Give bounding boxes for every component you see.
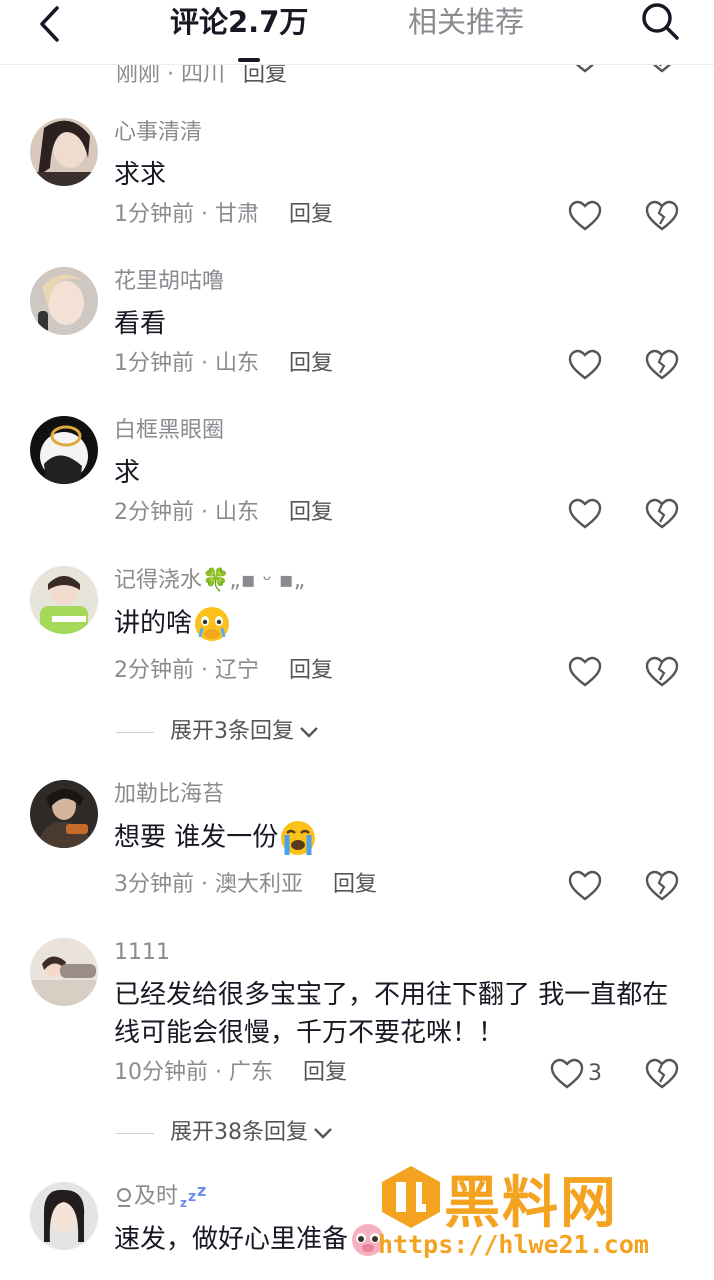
tab-comments[interactable]: 评论2.7万 xyxy=(170,2,308,42)
comment-location: 广东 xyxy=(228,1060,273,1085)
comment-meta: 2分钟前 · 山东 回复 xyxy=(114,500,334,525)
comment-author[interactable]: 花里胡咕噜 xyxy=(114,267,224,297)
comment-location: 澳大利亚 xyxy=(214,872,303,897)
comment-time-location: 刚刚 · 四川 xyxy=(116,62,225,87)
comment-time: 3分钟前 xyxy=(114,872,194,897)
comment-author-name: 及时 xyxy=(134,1184,179,1209)
comment-time: 2分钟前 xyxy=(114,658,194,683)
reply-button[interactable]: 回复 xyxy=(289,658,333,683)
comment-time: 10分钟前 xyxy=(114,1060,208,1085)
avatar[interactable] xyxy=(30,938,98,1006)
tab-related[interactable]: 相关推荐 xyxy=(408,2,524,42)
reply-button[interactable]: 回复 xyxy=(289,202,333,227)
reply-button[interactable]: 回复 xyxy=(243,62,287,87)
heart-icon[interactable] xyxy=(568,870,602,902)
comment-meta: 3分钟前 · 澳大利亚 回复 xyxy=(114,872,378,897)
pending-emoji-icon xyxy=(117,1188,131,1207)
comment-text: 想要 谁发一份 xyxy=(114,818,674,858)
broken-heart-icon[interactable] xyxy=(645,656,679,688)
comment-time: 1分钟前 xyxy=(114,351,194,376)
loudly-crying-emoji-icon xyxy=(281,821,316,855)
comment-location: 山东 xyxy=(214,500,259,525)
comment-location: 辽宁 xyxy=(214,658,259,683)
crying-face-emoji-icon xyxy=(195,607,230,641)
comment-meta: 2分钟前 · 辽宁 回复 xyxy=(114,658,334,683)
avatar[interactable] xyxy=(30,566,98,634)
comment-author[interactable]: 及时 z z z xyxy=(114,1182,208,1212)
avatar[interactable] xyxy=(30,780,98,848)
comment-meta: 1分钟前 · 山东 回复 xyxy=(114,351,334,376)
reply-button[interactable]: 回复 xyxy=(303,1060,347,1085)
comment-author[interactable]: 白框黑眼圈 xyxy=(114,416,224,446)
comment-location: 山东 xyxy=(214,351,259,376)
comment-meta: 10分钟前 · 广东 回复 xyxy=(114,1060,348,1085)
expand-replies-label: 展开38条回复 xyxy=(170,1120,308,1145)
svg-text:z: z xyxy=(180,1196,187,1209)
comment-text: 已经发给很多宝宝了，不用往下翻了 我一直都在线可能会很慢，千万不要花咪！！ xyxy=(114,980,669,1048)
watermark-url: https://hlwe21.com xyxy=(378,1230,649,1259)
comment-author[interactable]: 1111 xyxy=(114,938,170,968)
expand-replies-button[interactable]: 展开38条回复 xyxy=(116,1118,334,1148)
heart-icon[interactable] xyxy=(568,349,602,381)
comment-text: 看看 xyxy=(114,309,167,339)
broken-heart-icon[interactable] xyxy=(645,200,679,232)
avatar[interactable] xyxy=(30,416,98,484)
broken-heart-icon[interactable] xyxy=(645,870,679,902)
comment-list[interactable]: 刚刚 · 四川 回复 心事清清 求求 1分钟前 · 甘肃 回复 花里胡咕噜 看看 1… xyxy=(0,0,714,1280)
avatar[interactable] xyxy=(30,118,98,186)
comment-time: 2分钟前 xyxy=(114,500,194,525)
divider xyxy=(116,1132,154,1134)
back-arrow-icon[interactable] xyxy=(30,4,70,44)
chevron-down-icon xyxy=(300,727,318,738)
comment-author[interactable]: 加勒比海苔 xyxy=(114,780,224,810)
comments-header: 评论2.7万 相关推荐 xyxy=(0,0,714,65)
comment-text: 讲的啥 xyxy=(114,604,674,644)
divider xyxy=(116,731,154,733)
comment-text: 求求 xyxy=(114,160,167,190)
avatar[interactable] xyxy=(30,267,98,335)
comment-author[interactable]: 心事清清 xyxy=(114,118,202,148)
comment-text: 求 xyxy=(114,458,141,488)
heart-icon[interactable] xyxy=(568,498,602,530)
watermark-logo-icon xyxy=(382,1166,440,1228)
watermark-title: 黑料网 xyxy=(444,1171,618,1236)
reply-button[interactable]: 回复 xyxy=(289,500,333,525)
comment-location: 甘肃 xyxy=(214,202,259,227)
heart-icon[interactable] xyxy=(550,1058,584,1090)
comment-meta: 1分钟前 · 甘肃 回复 xyxy=(114,202,334,227)
svg-text:z: z xyxy=(188,1189,196,1205)
chevron-down-icon xyxy=(314,1128,332,1139)
sleeping-zzz-icon: zzz xyxy=(180,1185,206,1209)
reply-button[interactable]: 回复 xyxy=(289,351,333,376)
comment-text-content: 想要 谁发一份 xyxy=(114,822,279,853)
expand-replies-label: 展开3条回复 xyxy=(170,719,294,744)
heart-icon[interactable] xyxy=(568,200,602,232)
tab-active-indicator xyxy=(238,58,260,62)
broken-heart-icon[interactable] xyxy=(645,349,679,381)
broken-heart-icon[interactable] xyxy=(645,1058,679,1090)
comment-time: 1分钟前 xyxy=(114,202,194,227)
avatar[interactable] xyxy=(30,1182,98,1250)
heart-icon[interactable] xyxy=(568,656,602,688)
like-count: 3 xyxy=(588,1061,602,1086)
broken-heart-icon[interactable] xyxy=(645,498,679,530)
reply-button[interactable]: 回复 xyxy=(333,872,377,897)
search-icon[interactable] xyxy=(638,0,682,44)
comment-author[interactable]: 记得浇水🍀„▪ ᵕ ▪„ xyxy=(114,566,305,596)
comment-text-content: 讲的啥 xyxy=(114,608,193,639)
expand-replies-button[interactable]: 展开3条回复 xyxy=(116,717,320,747)
svg-text:z: z xyxy=(197,1185,206,1200)
comment-text-content: 速发，做好心里准备 xyxy=(114,1224,349,1255)
watermark: 黑料网 https://hlwe21.com xyxy=(372,1160,702,1270)
